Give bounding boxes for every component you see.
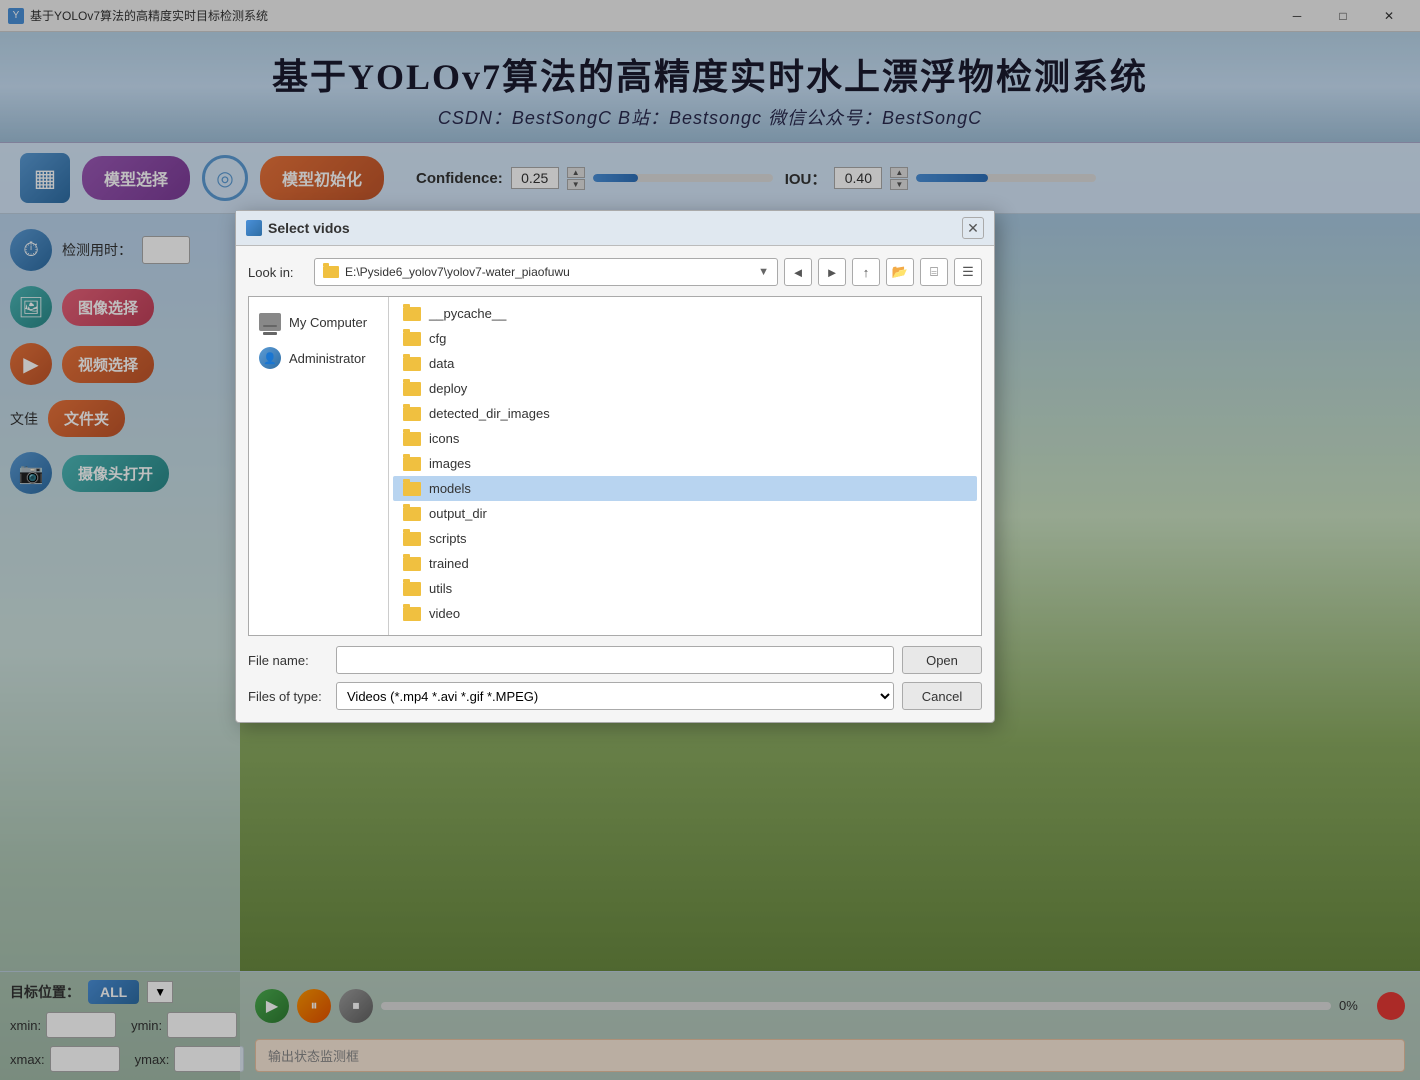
filetype-label: Files of type:: [248, 689, 328, 704]
filetype-select[interactable]: Videos (*.mp4 *.avi *.gif *.MPEG): [336, 682, 894, 710]
dialog-body: Look in: E:\Pyside6_yolov7\yolov7-water_…: [236, 246, 994, 722]
file-item[interactable]: video: [393, 601, 977, 626]
file-item[interactable]: cfg: [393, 326, 977, 351]
cancel-button[interactable]: Cancel: [902, 682, 982, 710]
nav-list-view-button[interactable]: ☰: [954, 258, 982, 286]
folder-icon: [403, 482, 421, 496]
file-item[interactable]: models: [393, 476, 977, 501]
file-item[interactable]: deploy: [393, 376, 977, 401]
my-computer-item[interactable]: My Computer: [249, 305, 388, 339]
folder-icon: [403, 407, 421, 421]
filetype-row: Files of type: Videos (*.mp4 *.avi *.gif…: [248, 682, 982, 710]
file-item[interactable]: images: [393, 451, 977, 476]
folder-icon: [403, 382, 421, 396]
sidebar-panel: My Computer 👤 Administrator: [249, 297, 389, 635]
look-in-path[interactable]: E:\Pyside6_yolov7\yolov7-water_piaofuwu …: [314, 258, 778, 286]
dialog-icon: [246, 220, 262, 236]
filename-row: File name: Open: [248, 646, 982, 674]
file-item[interactable]: output_dir: [393, 501, 977, 526]
folder-icon: [403, 307, 421, 321]
look-in-path-text: E:\Pyside6_yolov7\yolov7-water_piaofuwu: [345, 265, 570, 279]
filename-input[interactable]: [336, 646, 894, 674]
nav-up-button[interactable]: ↑: [852, 258, 880, 286]
nav-grid-view-button[interactable]: ⌸: [920, 258, 948, 286]
path-folder-icon: [323, 266, 339, 278]
nav-bookmark-button[interactable]: 📂: [886, 258, 914, 286]
file-list-panel[interactable]: __pycache__cfgdatadeploydetected_dir_ima…: [389, 297, 981, 635]
folder-icon: [403, 557, 421, 571]
folder-icon: [403, 332, 421, 346]
dialog-title-text: Select vidos: [268, 220, 962, 236]
look-in-label: Look in:: [248, 265, 308, 280]
folder-icon: [403, 457, 421, 471]
filename-label: File name:: [248, 653, 328, 668]
nav-forward-button[interactable]: ►: [818, 258, 846, 286]
my-computer-label: My Computer: [289, 315, 367, 330]
dialog-overlay: Select vidos ✕ Look in: E:\Pyside6_yolov…: [0, 0, 1420, 1080]
look-in-bar: Look in: E:\Pyside6_yolov7\yolov7-water_…: [248, 258, 982, 286]
dialog-close-button[interactable]: ✕: [962, 217, 984, 239]
administrator-item[interactable]: 👤 Administrator: [249, 339, 388, 377]
folder-icon: [403, 582, 421, 596]
admin-icon: 👤: [259, 347, 281, 369]
select-videos-dialog: Select vidos ✕ Look in: E:\Pyside6_yolov…: [235, 210, 995, 723]
file-item[interactable]: data: [393, 351, 977, 376]
file-item[interactable]: trained: [393, 551, 977, 576]
computer-icon: [259, 313, 281, 331]
file-browser: My Computer 👤 Administrator __pycache__c…: [248, 296, 982, 636]
file-item[interactable]: scripts: [393, 526, 977, 551]
folder-icon: [403, 432, 421, 446]
dialog-title-bar: Select vidos ✕: [236, 211, 994, 246]
folder-icon: [403, 607, 421, 621]
nav-back-button[interactable]: ◄: [784, 258, 812, 286]
folder-icon: [403, 532, 421, 546]
app-window: Y 基于YOLOv7算法的高精度实时目标检测系统 ─ □ ✕ 基于YOLOv7算…: [0, 0, 1420, 1080]
file-item[interactable]: __pycache__: [393, 301, 977, 326]
administrator-label: Administrator: [289, 351, 366, 366]
open-button[interactable]: Open: [902, 646, 982, 674]
file-item[interactable]: utils: [393, 576, 977, 601]
folder-icon: [403, 507, 421, 521]
file-item[interactable]: icons: [393, 426, 977, 451]
folder-icon: [403, 357, 421, 371]
file-item[interactable]: detected_dir_images: [393, 401, 977, 426]
